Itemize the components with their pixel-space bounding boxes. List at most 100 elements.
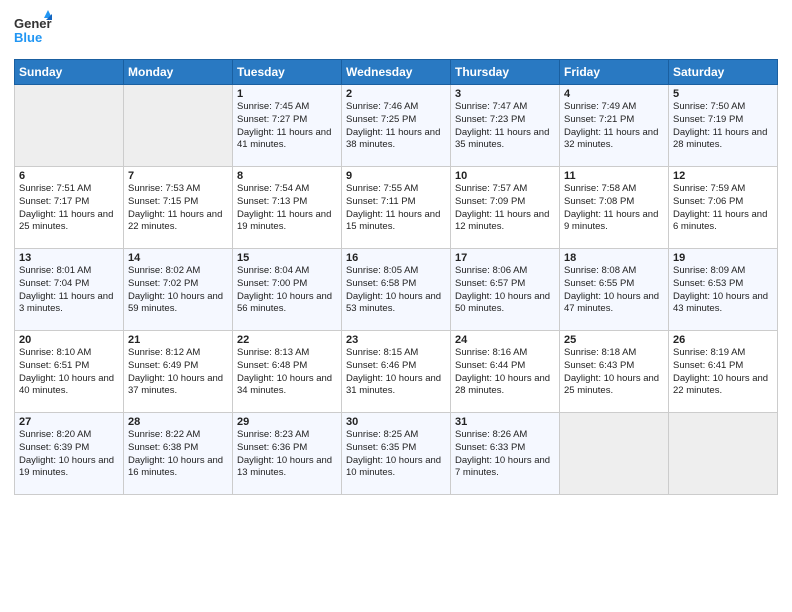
week-row-1: 1Sunrise: 7:45 AM Sunset: 7:27 PM Daylight… [15, 85, 778, 167]
sunrise-text: Sunrise: 8:23 AM [237, 429, 309, 440]
day-cell: 10Sunrise: 7:57 AMSunset: 7:09 PMDayligh… [451, 167, 560, 249]
daylight-text: Daylight: 11 hours and 12 minutes. [455, 209, 549, 233]
sunset-text: Sunset: 6:58 PM [346, 278, 416, 289]
daylight-text: Daylight: 11 hours and 38 minutes. [346, 127, 440, 151]
sunset-text: Sunset: 6:44 PM [455, 360, 525, 371]
day-number: 3 [455, 88, 555, 100]
day-cell: 21Sunrise: 8:12 AMSunset: 6:49 PMDayligh… [124, 331, 233, 413]
daylight-text: Daylight: 10 hours and 31 minutes. [346, 373, 441, 397]
daylight-text: Daylight: 11 hours and 35 minutes. [455, 127, 549, 151]
day-header-monday: Monday [124, 60, 233, 85]
sunset-text: Sunset: 6:46 PM [346, 360, 416, 371]
sunrise-text: Sunrise: 7:53 AM [128, 183, 200, 194]
day-number: 6 [19, 170, 119, 182]
day-cell: 6Sunrise: 7:51 AMSunset: 7:17 PMDaylight… [15, 167, 124, 249]
day-cell: 25Sunrise: 8:18 AM Sunset: 6:43 PM Dayligh… [560, 331, 669, 413]
day-number: 23 [346, 334, 446, 346]
day-cell: 27Sunrise: 8:20 AMSunset: 6:39 PMDayligh… [15, 413, 124, 495]
sunrise-text: Sunrise: 7:47 AM [455, 101, 527, 112]
daylight-text: Daylight: 10 hours and 16 minutes. [128, 455, 223, 479]
day-number: 1 [237, 88, 337, 100]
daylight-text: Daylight: 10 hours and 7 minutes. [455, 455, 550, 479]
day-cell: 15Sunrise: 8:04 AMSunset: 7:00 PMDayligh… [233, 249, 342, 331]
sunrise-text: Sunrise: 8:20 AM [19, 429, 91, 440]
page-header: General Blue [14, 10, 778, 53]
sunset-text: Sunset: 7:04 PM [19, 278, 89, 289]
sunrise-text: Sunrise: 7:57 AM [455, 183, 527, 194]
day-cell: 1Sunrise: 7:45 AM Sunset: 7:27 PM Daylight… [233, 85, 342, 167]
sunrise-text: Sunrise: 8:25 AM [346, 429, 418, 440]
logo-icon: General Blue [14, 10, 52, 48]
day-cell: 18Sunrise: 8:08 AMSunset: 6:55 PMDayligh… [560, 249, 669, 331]
day-cell: 12Sunrise: 7:59 AMSunset: 7:06 PMDayligh… [669, 167, 778, 249]
daylight-text: Daylight: 10 hours and 10 minutes. [346, 455, 441, 479]
sunrise-text: Sunrise: 8:13 AM [237, 347, 309, 358]
day-cell: 4Sunrise: 7:49 AMSunset: 7:21 PMDaylight… [560, 85, 669, 167]
day-number: 25 [564, 334, 664, 346]
day-cell: 23Sunrise: 8:15 AMSunset: 6:46 PMDayligh… [342, 331, 451, 413]
daylight-text: Daylight: 10 hours and 56 minutes. [237, 291, 332, 315]
day-header-thursday: Thursday [451, 60, 560, 85]
day-number: 22 [237, 334, 337, 346]
day-number: 8 [237, 170, 337, 182]
sunrise-text: Sunrise: 7:51 AM [19, 183, 91, 194]
day-header-tuesday: Tuesday [233, 60, 342, 85]
sunset-text: Sunset: 6:36 PM [237, 442, 307, 453]
day-cell: 19Sunrise: 8:09 AMSunset: 6:53 PMDayligh… [669, 249, 778, 331]
daylight-text: Daylight: 10 hours and 53 minutes. [346, 291, 441, 315]
sunset-text: Sunset: 7:08 PM [564, 196, 634, 207]
sunrise-text: Sunrise: 7:45 AM [237, 101, 309, 112]
sunrise-text: Sunrise: 8:18 AM [564, 347, 636, 358]
daylight-text: Daylight: 11 hours and 41 minutes. [237, 127, 331, 151]
sunset-text: Sunset: 6:57 PM [455, 278, 525, 289]
day-cell [15, 85, 124, 167]
day-number: 11 [564, 170, 664, 182]
sunset-text: Sunset: 7:15 PM [128, 196, 198, 207]
daylight-text: Daylight: 10 hours and 34 minutes. [237, 373, 332, 397]
sunrise-text: Sunrise: 8:05 AM [346, 265, 418, 276]
day-cell: 16Sunrise: 8:05 AM Sunset: 6:58 PM Dayligh… [342, 249, 451, 331]
header-row: SundayMondayTuesdayWednesdayThursdayFrid… [15, 60, 778, 85]
sunset-text: Sunset: 6:38 PM [128, 442, 198, 453]
sunrise-text: Sunrise: 8:02 AM [128, 265, 200, 276]
day-cell: 17Sunrise: 8:06 AMSunset: 6:57 PMDayligh… [451, 249, 560, 331]
day-cell: 29Sunrise: 8:23 AMSunset: 6:36 PMDayligh… [233, 413, 342, 495]
day-number: 19 [673, 252, 773, 264]
sunrise-text: Sunrise: 7:50 AM [673, 101, 745, 112]
day-cell: 13Sunrise: 8:01 AMSunset: 7:04 PMDayligh… [15, 249, 124, 331]
sunrise-text: Sunrise: 7:59 AM [673, 183, 745, 194]
week-row-5: 27Sunrise: 8:20 AMSunset: 6:39 PMDayligh… [15, 413, 778, 495]
daylight-text: Daylight: 10 hours and 25 minutes. [564, 373, 659, 397]
day-header-sunday: Sunday [15, 60, 124, 85]
day-cell: 24Sunrise: 8:16 AMSunset: 6:44 PMDayligh… [451, 331, 560, 413]
daylight-text: Daylight: 11 hours and 22 minutes. [128, 209, 222, 233]
sunset-text: Sunset: 6:39 PM [19, 442, 89, 453]
day-number: 2 [346, 88, 446, 100]
day-cell: 8Sunrise: 7:54 AMSunset: 7:13 PMDaylight… [233, 167, 342, 249]
day-number: 16 [346, 252, 446, 264]
sunrise-text: Sunrise: 7:58 AM [564, 183, 636, 194]
daylight-text: Daylight: 10 hours and 47 minutes. [564, 291, 659, 315]
day-cell: 7Sunrise: 7:53 AMSunset: 7:15 PMDaylight… [124, 167, 233, 249]
day-number: 28 [128, 416, 228, 428]
sunrise-text: Sunrise: 7:54 AM [237, 183, 309, 194]
sunset-text: Sunset: 7:27 PM [237, 114, 307, 125]
sunrise-text: Sunrise: 8:16 AM [455, 347, 527, 358]
sunset-text: Sunset: 7:17 PM [19, 196, 89, 207]
sunset-text: Sunset: 6:43 PM [564, 360, 634, 371]
sunset-text: Sunset: 7:13 PM [237, 196, 307, 207]
sunrise-text: Sunrise: 7:55 AM [346, 183, 418, 194]
daylight-text: Daylight: 10 hours and 40 minutes. [19, 373, 114, 397]
sunrise-text: Sunrise: 8:10 AM [19, 347, 91, 358]
calendar-table: SundayMondayTuesdayWednesdayThursdayFrid… [14, 59, 778, 495]
day-number: 31 [455, 416, 555, 428]
sunrise-text: Sunrise: 8:04 AM [237, 265, 309, 276]
sunrise-text: Sunrise: 8:26 AM [455, 429, 527, 440]
daylight-text: Daylight: 10 hours and 13 minutes. [237, 455, 332, 479]
day-number: 20 [19, 334, 119, 346]
day-cell: 28Sunrise: 8:22 AMSunset: 6:38 PMDayligh… [124, 413, 233, 495]
daylight-text: Daylight: 10 hours and 50 minutes. [455, 291, 550, 315]
day-number: 12 [673, 170, 773, 182]
day-number: 30 [346, 416, 446, 428]
sunrise-text: Sunrise: 8:08 AM [564, 265, 636, 276]
